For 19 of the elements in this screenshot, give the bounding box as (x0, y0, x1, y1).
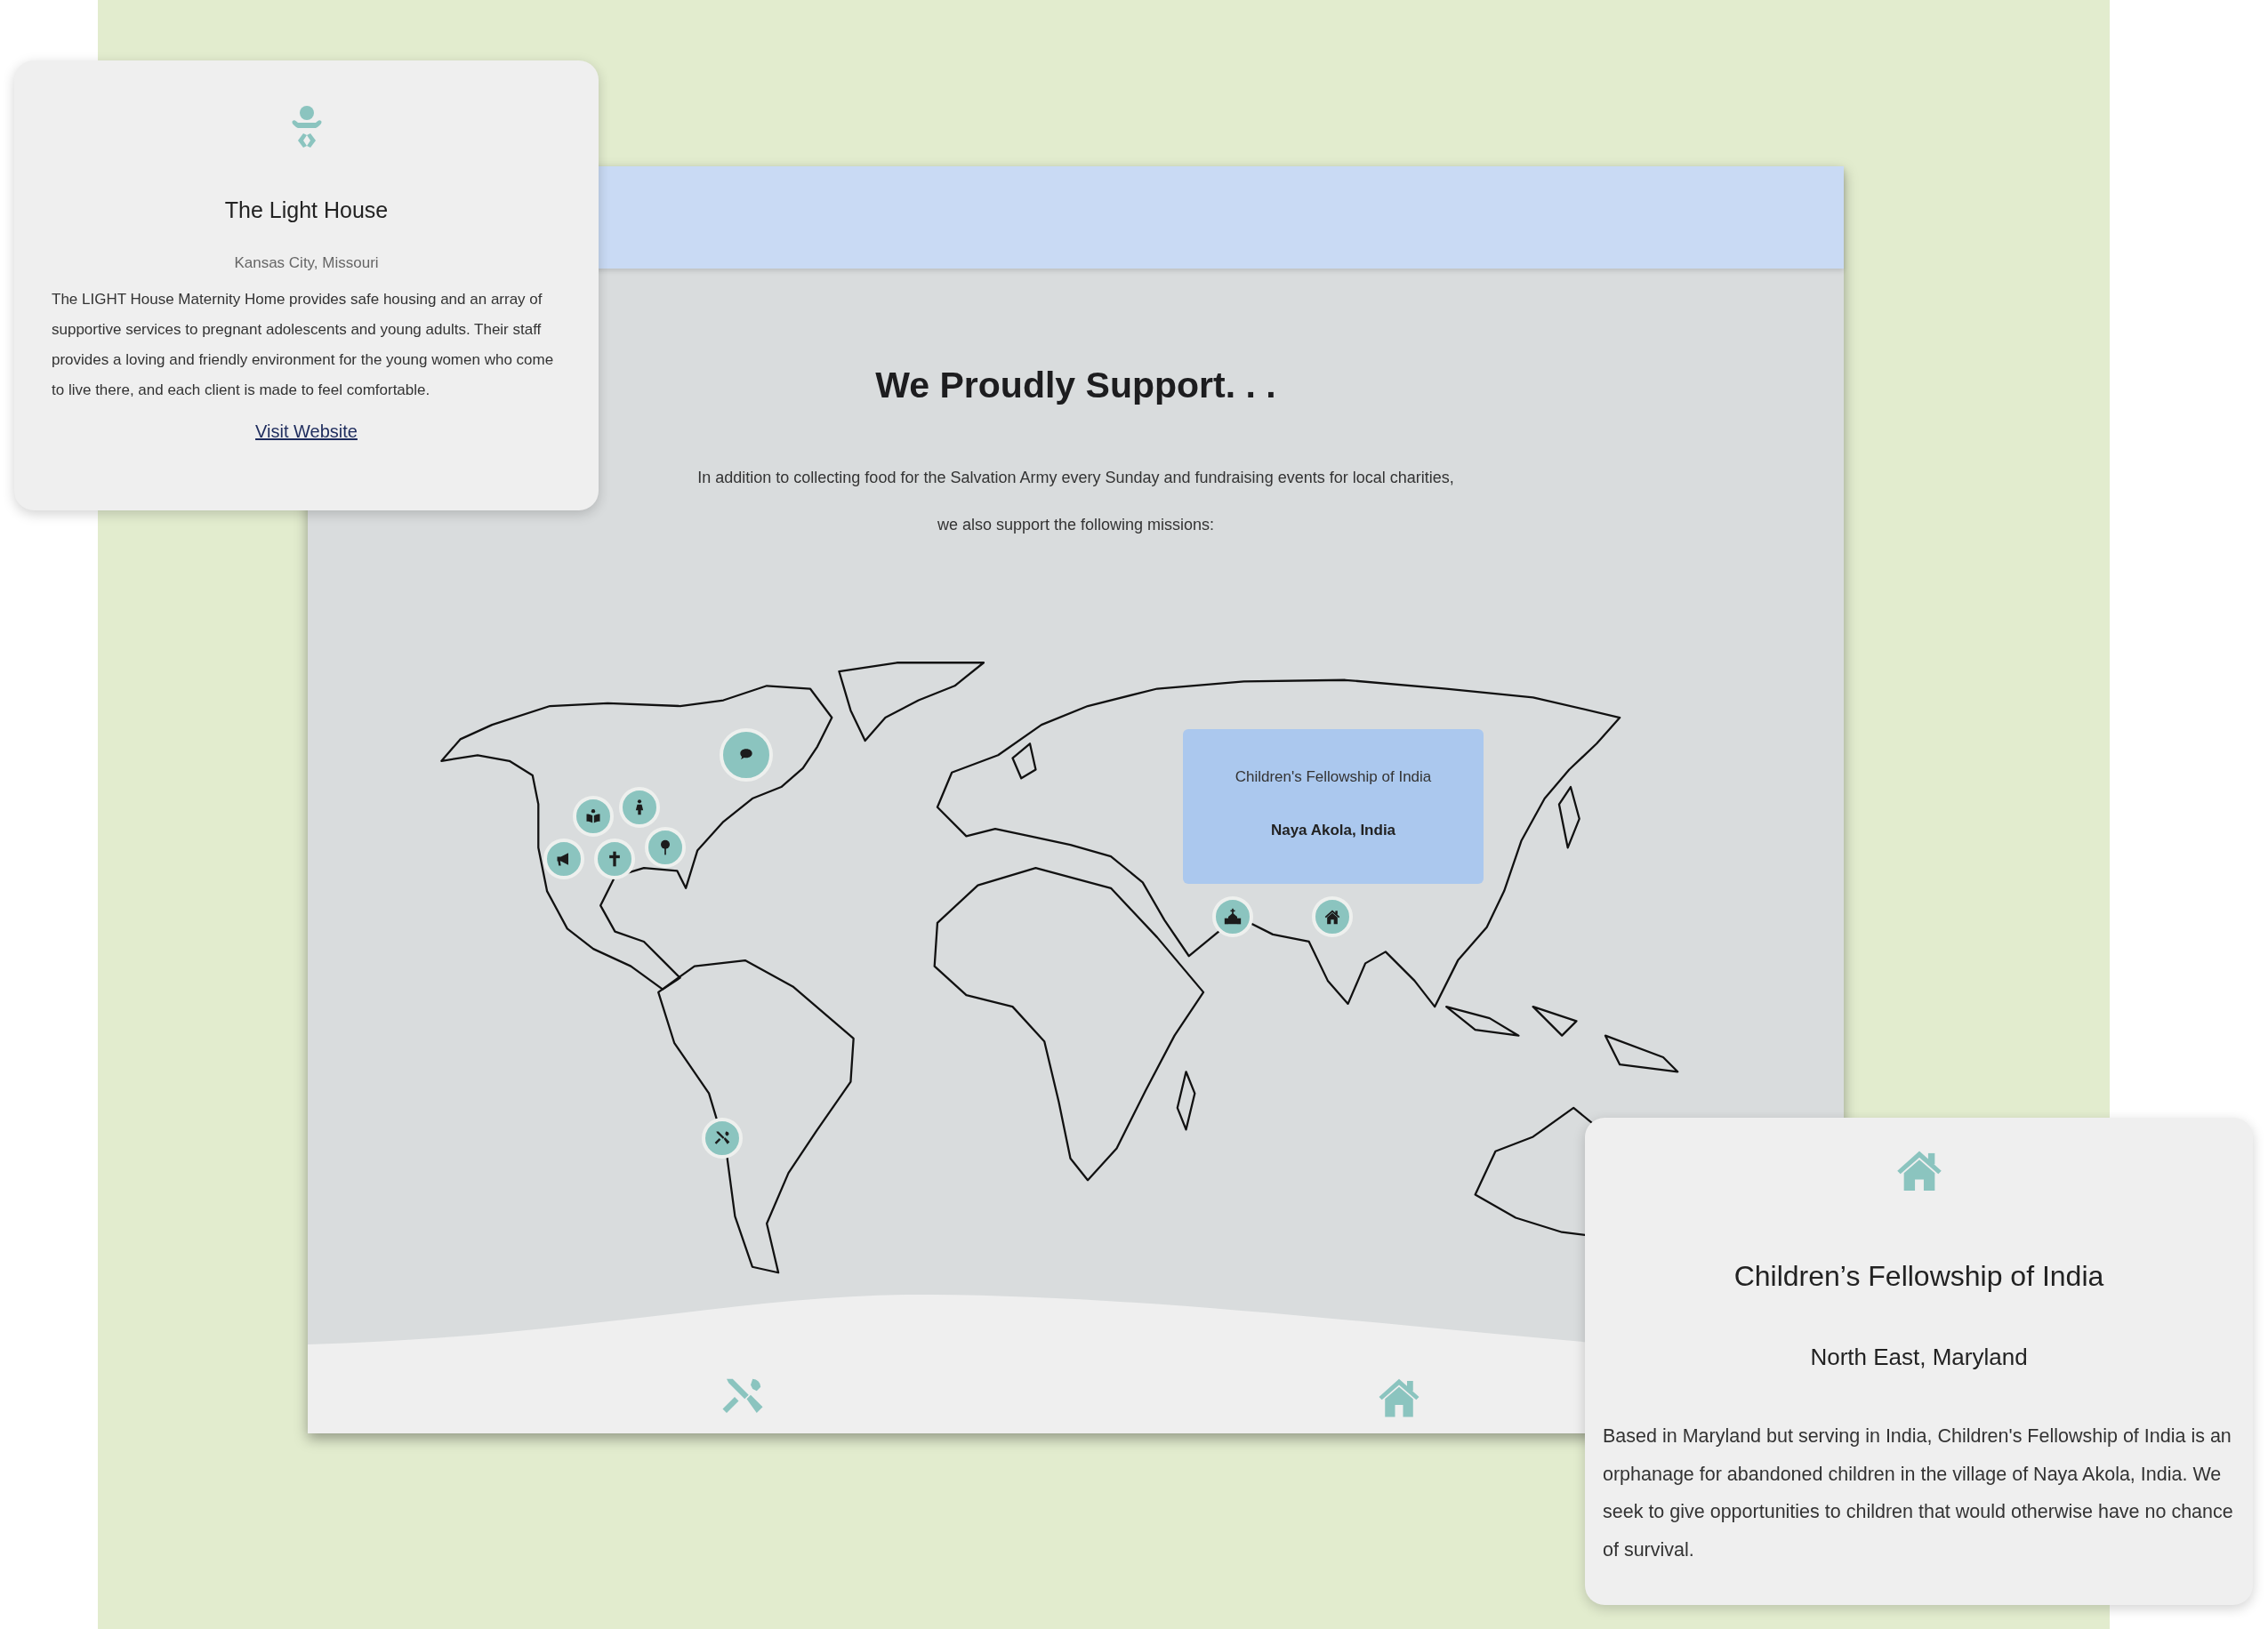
card-location: North East, Maryland (1810, 1344, 2028, 1371)
card-title: The Light House (224, 197, 389, 223)
card-title: Children’s Fellowship of India (1733, 1260, 2104, 1293)
map-pin[interactable] (645, 827, 687, 869)
church-icon (1223, 908, 1242, 927)
map-pin[interactable] (619, 786, 660, 828)
house-icon (1323, 908, 1341, 927)
tooltip-location: Naya Akola, India (1270, 822, 1396, 839)
visit-website-link[interactable]: Visit Website (255, 421, 358, 442)
intro-text: In addition to collecting food for the Salvation Army every Sunday and fundraising events for local charities, (697, 468, 1454, 488)
map-pin[interactable] (543, 839, 585, 880)
map-pin[interactable] (1211, 896, 1253, 938)
card-location: Kansas City, Missouri (234, 254, 379, 272)
section-heading: We Proudly Support. . . (875, 365, 1276, 406)
card-description: The LIGHT House Maternity Home provides safe housing and an array of supportive services to pregnant adolescents and young adults. Their staff provides a loving and friendly environment for the young women who come to live there, and each client is made to feel comfortable. (52, 290, 555, 400)
tooltip-title: Children's Fellowship of India (1235, 768, 1432, 786)
intro-text: we also support the following missions: (936, 515, 1216, 535)
map-pin[interactable] (594, 839, 636, 880)
card-description: Based in Maryland but serving in India, Children's Fellowship of India is an orphanage for abandoned children in the village of Naya Akola, India. We seek to give opportunities to children that would otherwise have no chance of survival. (1603, 1424, 2234, 1562)
